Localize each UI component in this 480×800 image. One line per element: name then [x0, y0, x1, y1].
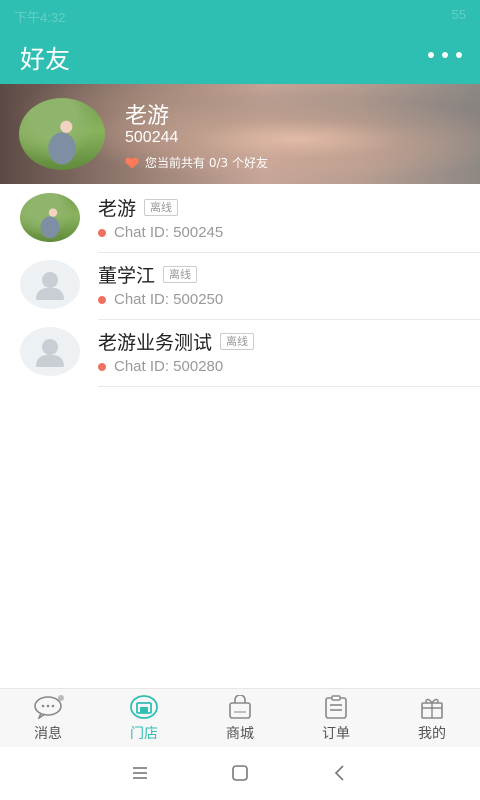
notification-dot: [58, 695, 64, 701]
dot-1: [428, 52, 434, 58]
friend-row[interactable]: 老游 离线 Chat ID: 500245: [0, 186, 480, 253]
tab-messages[interactable]: 消息: [0, 689, 96, 747]
app-bar: 好友: [0, 30, 480, 84]
friend-name-line: 老游 离线: [98, 194, 179, 221]
back-icon[interactable]: [328, 761, 352, 785]
tab-label: 我的: [418, 726, 446, 742]
gift-icon: [421, 698, 443, 719]
chat-id-line: Chat ID: 500280: [98, 358, 223, 375]
friend-row[interactable]: 董学江 离线 Chat ID: 500250: [0, 253, 480, 320]
dot-2: [442, 52, 448, 58]
tab-label: 商城: [226, 726, 254, 742]
status-bar: 下午4:32 55: [0, 0, 480, 30]
status-badge: 离线: [144, 199, 179, 216]
status-time: 下午4:32: [14, 10, 66, 25]
profile-name: 老游: [125, 104, 170, 129]
friend-name: 老游业务测试: [98, 332, 213, 354]
clipboard-icon: [325, 695, 347, 719]
tab-label: 订单: [322, 726, 350, 742]
chat-id: Chat ID: 500245: [114, 224, 224, 241]
store-icon: [130, 695, 158, 719]
divider: [98, 386, 480, 387]
avatar: [20, 193, 80, 242]
offline-dot-icon: [98, 362, 106, 371]
offline-dot-icon: [98, 295, 106, 304]
offline-dot-icon: [98, 228, 106, 237]
friend-name: 董学江: [98, 265, 156, 287]
avatar-placeholder-icon: [20, 260, 80, 309]
status-badge: 离线: [220, 333, 255, 350]
avatar-placeholder-icon: [20, 327, 80, 376]
friend-name-line: 董学江 离线: [98, 261, 198, 288]
profile-header[interactable]: 老游 500244 您当前共有 0/3 个好友: [0, 84, 480, 184]
tab-store[interactable]: 门店: [96, 689, 192, 747]
chat-id: Chat ID: 500280: [114, 358, 224, 375]
friend-name-line: 老游业务测试 离线: [98, 328, 255, 355]
tab-me[interactable]: 我的: [384, 689, 480, 747]
avatar-body: [36, 355, 64, 367]
menu-icon[interactable]: [128, 761, 152, 785]
tab-mall[interactable]: 商城: [192, 689, 288, 747]
avatar-body: [36, 288, 64, 300]
page-title: 好友: [20, 45, 71, 74]
heart-icon: [125, 157, 139, 168]
friend-list: 老游 离线 Chat ID: 500245 董学江 离线 Chat ID: 50…: [0, 186, 480, 387]
avatar-head: [42, 272, 58, 288]
friend-name: 老游: [98, 198, 137, 220]
battery-level: 55: [451, 7, 466, 22]
home-icon[interactable]: [228, 761, 252, 785]
chat-id: Chat ID: 500250: [114, 291, 224, 308]
friend-row[interactable]: 老游业务测试 离线 Chat ID: 500280: [0, 320, 480, 387]
friend-count: 您当前共有 0/3 个好友: [125, 154, 268, 171]
profile-avatar[interactable]: [19, 98, 105, 170]
more-dots-icon[interactable]: [428, 40, 462, 70]
avatar-head: [42, 339, 58, 355]
tab-label: 门店: [130, 726, 158, 742]
tab-label: 消息: [34, 726, 62, 742]
profile-uid: 500244: [125, 129, 179, 146]
bottom-tab-bar: 消息 门店 商城 订单 我的: [0, 688, 480, 747]
chat-id-line: Chat ID: 500250: [98, 291, 223, 308]
tab-orders[interactable]: 订单: [288, 689, 384, 747]
status-badge: 离线: [163, 266, 198, 283]
system-nav-bar: [0, 747, 480, 800]
friend-count-text: 您当前共有 0/3 个好友: [145, 156, 268, 170]
shopping-bag-icon: [229, 695, 251, 719]
dot-3: [456, 52, 462, 58]
chat-id-line: Chat ID: 500245: [98, 224, 223, 241]
